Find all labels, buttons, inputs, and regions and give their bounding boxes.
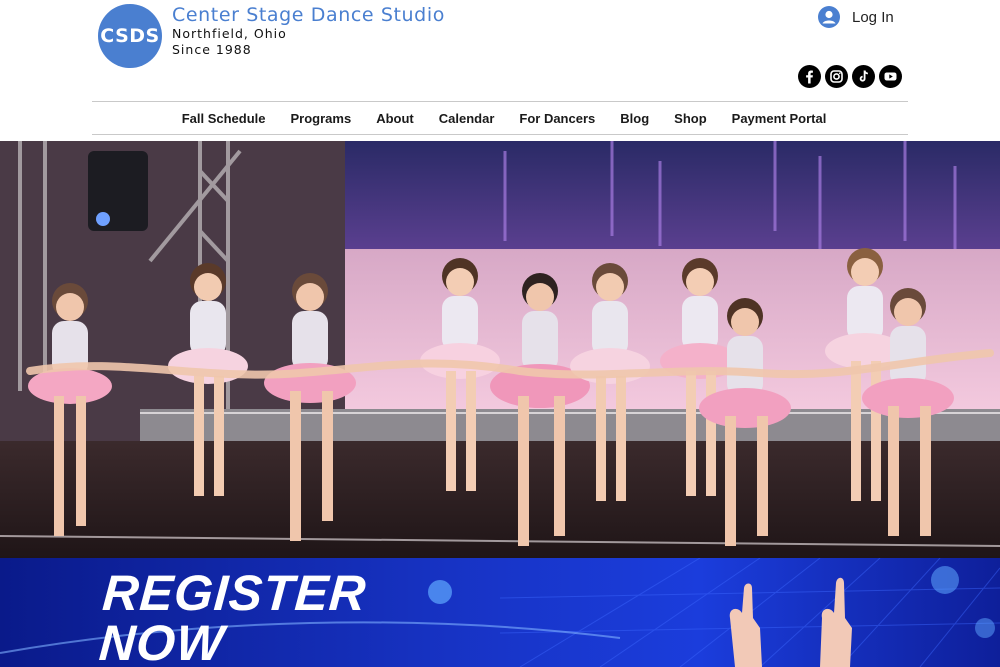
login-label: Log In — [852, 8, 894, 26]
nav-item-blog[interactable]: Blog — [620, 111, 649, 126]
logo-text: CSDS — [100, 25, 160, 47]
site-location: Northfield, Ohio — [172, 26, 287, 41]
nav-item-payment-portal[interactable]: Payment Portal — [732, 111, 827, 126]
nav-item-shop[interactable]: Shop — [674, 111, 707, 126]
register-now-heading: REGISTER NOW — [97, 565, 369, 667]
dancers-on-stage-image — [0, 141, 1000, 558]
register-line: REGISTER — [100, 565, 369, 621]
facebook-icon[interactable] — [798, 65, 821, 88]
nav-item-programs[interactable]: Programs — [291, 111, 352, 126]
now-line: NOW — [97, 615, 227, 667]
youtube-icon[interactable] — [879, 65, 902, 88]
nav-item-fall-schedule[interactable]: Fall Schedule — [182, 111, 266, 126]
user-avatar-icon — [818, 6, 840, 28]
site-brand: Center Stage Dance Studio Northfield, Oh… — [172, 4, 445, 58]
nav-item-about[interactable]: About — [376, 111, 414, 126]
site-title[interactable]: Center Stage Dance Studio — [172, 4, 445, 26]
login-button[interactable]: Log In — [818, 5, 894, 29]
social-links — [798, 65, 902, 88]
site-logo[interactable]: CSDS — [98, 4, 162, 68]
nav-item-for-dancers[interactable]: For Dancers — [519, 111, 595, 126]
nav-item-calendar[interactable]: Calendar — [439, 111, 495, 126]
hero-photo — [0, 141, 1000, 558]
register-banner[interactable]: REGISTER NOW — [0, 558, 1000, 667]
site-since: Since 1988 — [172, 42, 252, 57]
main-nav: Fall Schedule Programs About Calendar Fo… — [92, 101, 908, 135]
tiktok-icon[interactable] — [852, 65, 875, 88]
instagram-icon[interactable] — [825, 65, 848, 88]
